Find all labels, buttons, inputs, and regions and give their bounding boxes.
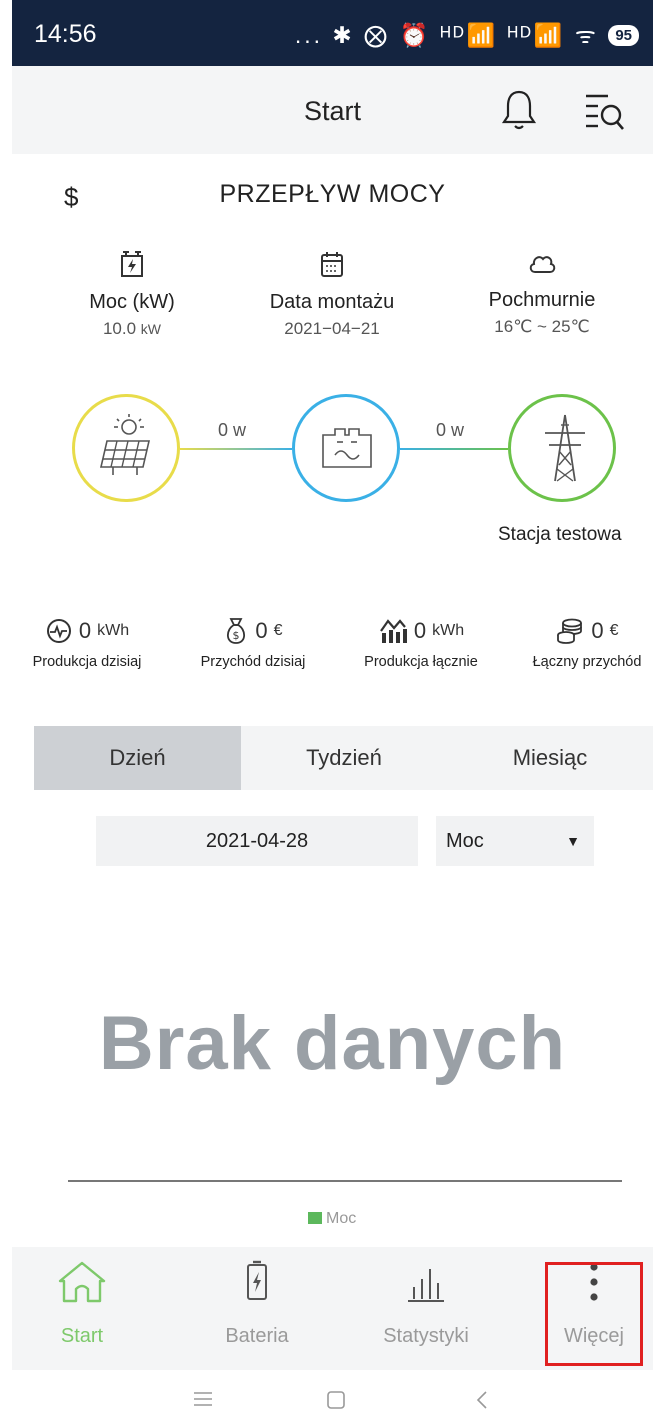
chart-legend[interactable]: Moc [308, 1210, 356, 1228]
metric-select[interactable]: Moc ▼ [436, 816, 594, 866]
home-square-icon[interactable] [326, 1390, 346, 1410]
stat-production-total-label: Produkcja łącznie [364, 654, 478, 670]
solar-panel-icon [99, 414, 151, 475]
legend-label: Moc [326, 1210, 357, 1227]
nav-statistics[interactable]: Statystyki [356, 1247, 496, 1370]
status-bar: 14:56 ... ✱ ⨂ ⏰ ᴴᴰ📶 ᴴᴰ📶 ᯤ 95 [12, 0, 653, 66]
status-icons-text: ... ✱ ⨂ ⏰ ᴴᴰ📶 ᴴᴰ📶 ᯤ [294, 22, 599, 48]
info-install-date: Data montażu 2021−04−21 [242, 250, 422, 339]
info-power-number: 10.0 [102, 319, 137, 338]
info-install-label: Data montażu [269, 291, 395, 313]
bell-icon[interactable] [498, 84, 540, 132]
battery-inverter-icon [322, 428, 372, 468]
info-power-unit: kW [140, 321, 162, 337]
back-icon[interactable] [474, 1390, 490, 1410]
solar-node[interactable] [72, 394, 180, 502]
stat-production-today-label: Produkcja dzisiaj [32, 654, 142, 670]
production-chart-icon [379, 619, 407, 643]
stat-revenue-today-unit: € [273, 622, 283, 639]
stat-revenue-total-label: Łączny przychód [532, 654, 642, 670]
highlight-box [545, 1262, 643, 1366]
metric-select-value: Moc [446, 830, 484, 852]
battery-level: 95 [608, 25, 639, 46]
tab-week[interactable]: Tydzień [241, 726, 447, 790]
chevron-down-icon: ▼ [566, 833, 580, 849]
info-weather-value: 16℃ ~ 25℃ [494, 317, 590, 336]
menu-icon[interactable] [192, 1390, 214, 1408]
stat-production-today-unit: kWh [97, 622, 130, 639]
power-flow-title: PRZEPŁYW MOCY [219, 180, 446, 208]
info-weather-label: Pochmurnie [488, 289, 596, 311]
nav-start-label: Start [60, 1325, 104, 1347]
system-nav-bar [12, 1370, 653, 1419]
grid-node[interactable] [508, 394, 616, 502]
page-title: Start [303, 96, 362, 126]
tab-day[interactable]: Dzień [34, 726, 241, 790]
app-header: Start [12, 66, 653, 154]
station-name: Stacja testowa [498, 524, 622, 545]
bar-chart-icon [408, 1269, 444, 1302]
svg-text:$: $ [233, 629, 240, 642]
coins-icon [557, 618, 583, 644]
nav-start[interactable]: Start [12, 1247, 152, 1370]
nav-battery[interactable]: Bateria [187, 1247, 327, 1370]
stat-production-total: 0 kWh Produkcja łącznie [346, 614, 496, 670]
stat-production-total-value: 0 [413, 618, 427, 643]
stat-revenue-today-label: Przychód dzisiaj [200, 654, 306, 670]
date-picker[interactable]: 2021-04-28 [96, 816, 418, 866]
home-icon [58, 1261, 106, 1303]
stat-production-total-unit: kWh [432, 622, 465, 639]
no-data-message: Brak danych [98, 1001, 567, 1086]
chart-axis-line [68, 1180, 622, 1182]
info-power-value: 10.0 kW [42, 319, 222, 339]
flow-right-value: 0 w [436, 420, 465, 440]
status-icons: ... ✱ ⨂ ⏰ ᴴᴰ📶 ᴴᴰ📶 ᯤ 95 [295, 18, 639, 50]
stat-revenue-total-unit: € [609, 622, 619, 639]
nav-statistics-label: Statystyki [383, 1325, 469, 1347]
power-tower-icon [545, 414, 585, 482]
flow-left-value: 0 w [218, 420, 247, 440]
battery-node[interactable] [292, 394, 400, 502]
stat-revenue-today: $ 0 € Przychód dzisiaj [178, 614, 328, 670]
status-time: 14:56 [34, 20, 97, 48]
production-gauge-icon [46, 619, 71, 643]
stat-revenue-total: 0 € Łączny przychód [512, 614, 662, 670]
info-power-label: Moc (kW) [89, 291, 175, 313]
legend-swatch [308, 1212, 322, 1224]
phone-screen: 14:56 ... ✱ ⨂ ⏰ ᴴᴰ📶 ᴴᴰ📶 ᯤ 95 Start $ PRZ… [12, 0, 653, 1419]
stat-production-today-value: 0 [78, 618, 92, 643]
info-weather: Pochmurnie 16℃ ~ 25℃ [452, 250, 632, 337]
flow-line-battery-grid [400, 448, 508, 450]
stat-revenue-total-value: 0 [591, 618, 604, 643]
cloud-icon [529, 256, 556, 273]
calendar-icon [321, 252, 343, 277]
period-tabs: Dzień Tydzień Miesiąc [34, 726, 653, 790]
info-power: Moc (kW) 10.0 kW [42, 250, 222, 339]
stat-revenue-today-value: 0 [255, 618, 268, 643]
battery-icon [247, 1260, 267, 1300]
info-install-value: 2021−04−21 [284, 319, 380, 338]
search-list-icon[interactable] [582, 88, 628, 132]
money-bag-icon: $ [227, 618, 246, 644]
nav-battery-label: Bateria [225, 1325, 289, 1347]
tab-month[interactable]: Miesiąc [447, 726, 653, 790]
flow-line-solar-battery [180, 448, 292, 450]
battery-charge-icon [121, 251, 143, 277]
stat-production-today: 0 kWh Produkcja dzisiaj [12, 614, 162, 670]
